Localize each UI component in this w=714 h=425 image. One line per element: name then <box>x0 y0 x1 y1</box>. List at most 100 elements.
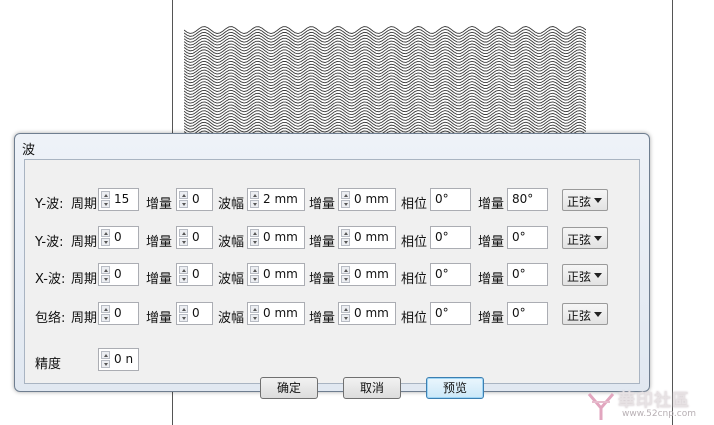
amplitude-increment-spinner[interactable]: 0 mm <box>338 263 396 286</box>
page-edge-right <box>672 0 673 425</box>
amplitude-spinner-value: 0 mm <box>263 267 298 281</box>
amplitude-increment-spinner[interactable]: 0 mm <box>338 188 396 211</box>
phase-value: 0° <box>435 267 449 281</box>
spin-up-icon[interactable] <box>101 229 110 237</box>
chevron-down-icon <box>594 236 602 241</box>
increment-label: 增量 <box>478 272 505 287</box>
phase-increment-input[interactable]: 0° <box>507 263 548 286</box>
period-label: 周期 <box>71 311 98 326</box>
increment-label: 增量 <box>309 197 336 212</box>
period-spinner[interactable]: 0 <box>98 302 139 325</box>
period-increment-spinner[interactable]: 0 <box>176 302 213 325</box>
spin-down-icon[interactable] <box>101 275 110 283</box>
increment-label: 增量 <box>146 197 173 212</box>
phase-label: 相位 <box>401 311 428 326</box>
row-label: Y-波: <box>35 197 64 212</box>
chevron-down-icon <box>594 273 602 278</box>
spin-up-icon[interactable] <box>179 305 188 313</box>
amplitude-increment-spinner-value: 0 mm <box>354 306 389 320</box>
row-label: 包络: <box>35 311 66 326</box>
amplitude-spinner[interactable]: 0 mm <box>247 302 305 325</box>
phase-input[interactable]: 0° <box>430 226 471 249</box>
chevron-down-icon <box>594 198 602 203</box>
amplitude-spinner[interactable]: 0 mm <box>247 226 305 249</box>
phase-input[interactable]: 0° <box>430 302 471 325</box>
spin-up-icon[interactable] <box>101 351 110 359</box>
period-spinner-value: 0 <box>114 267 122 281</box>
spin-down-icon[interactable] <box>101 200 110 208</box>
amplitude-spinner[interactable]: 0 mm <box>247 263 305 286</box>
spin-down-icon[interactable] <box>179 275 188 283</box>
wave-type-select[interactable]: 正弦 <box>562 227 608 249</box>
spin-down-icon[interactable] <box>101 314 110 322</box>
wave-type-value: 正弦 <box>567 195 592 209</box>
phase-value: 0° <box>435 192 449 206</box>
spin-down-icon[interactable] <box>250 314 259 322</box>
spin-up-icon[interactable] <box>250 229 259 237</box>
amplitude-increment-spinner[interactable]: 0 mm <box>338 302 396 325</box>
wave-type-value: 正弦 <box>567 270 592 284</box>
dialog-titlebar[interactable]: 波 <box>15 134 649 159</box>
spin-down-icon[interactable] <box>101 360 110 368</box>
amplitude-increment-spinner-value: 0 mm <box>354 267 389 281</box>
spin-down-icon[interactable] <box>250 275 259 283</box>
spin-up-icon[interactable] <box>179 191 188 199</box>
spin-up-icon[interactable] <box>101 305 110 313</box>
spin-up-icon[interactable] <box>341 305 350 313</box>
amplitude-label: 波幅 <box>218 197 245 212</box>
cancel-button[interactable]: 取消 <box>343 377 401 399</box>
spin-up-icon[interactable] <box>101 266 110 274</box>
spin-up-icon[interactable] <box>101 191 110 199</box>
wave-type-select[interactable]: 正弦 <box>562 189 608 211</box>
period-spinner[interactable]: 0 <box>98 226 139 249</box>
phase-input[interactable]: 0° <box>430 263 471 286</box>
spin-down-icon[interactable] <box>101 238 110 246</box>
period-increment-spinner[interactable]: 0 <box>176 226 213 249</box>
spin-down-icon[interactable] <box>341 238 350 246</box>
spin-up-icon[interactable] <box>341 229 350 237</box>
spin-up-icon[interactable] <box>250 266 259 274</box>
wave-type-select[interactable]: 正弦 <box>562 303 608 325</box>
period-increment-spinner[interactable]: 0 <box>176 188 213 211</box>
spin-down-icon[interactable] <box>341 200 350 208</box>
amplitude-spinner[interactable]: 2 mm <box>247 188 305 211</box>
spin-down-icon[interactable] <box>341 314 350 322</box>
spin-up-icon[interactable] <box>341 191 350 199</box>
spin-up-icon[interactable] <box>179 266 188 274</box>
increment-label: 增量 <box>146 235 173 250</box>
spin-up-icon[interactable] <box>250 191 259 199</box>
period-spinner[interactable]: 0 <box>98 263 139 286</box>
increment-label: 增量 <box>478 197 505 212</box>
period-increment-spinner[interactable]: 0 <box>176 263 213 286</box>
ok-button[interactable]: 确定 <box>260 377 318 399</box>
precision-label: 精度 <box>35 357 62 372</box>
preview-button[interactable]: 预览 <box>426 377 484 399</box>
precision-spinner[interactable]: 0 n <box>98 348 139 371</box>
spin-down-icon[interactable] <box>341 275 350 283</box>
spin-down-icon[interactable] <box>250 238 259 246</box>
phase-label: 相位 <box>401 197 428 212</box>
increment-label: 增量 <box>478 311 505 326</box>
phase-input[interactable]: 0° <box>430 188 471 211</box>
phase-increment-input[interactable]: 80° <box>507 188 548 211</box>
increment-label: 增量 <box>309 311 336 326</box>
wave-type-select[interactable]: 正弦 <box>562 264 608 286</box>
phase-increment-input[interactable]: 0° <box>507 226 548 249</box>
spin-down-icon[interactable] <box>179 200 188 208</box>
period-label: 周期 <box>71 197 98 212</box>
phase-increment-value: 0° <box>512 267 526 281</box>
chevron-down-icon <box>594 312 602 317</box>
row-label: Y-波: <box>35 235 64 250</box>
spin-down-icon[interactable] <box>179 238 188 246</box>
spin-down-icon[interactable] <box>179 314 188 322</box>
spin-up-icon[interactable] <box>179 229 188 237</box>
phase-increment-input[interactable]: 0° <box>507 302 548 325</box>
spin-up-icon[interactable] <box>250 305 259 313</box>
increment-label: 增量 <box>146 272 173 287</box>
spin-up-icon[interactable] <box>341 266 350 274</box>
increment-label: 增量 <box>478 235 505 250</box>
watermark-logo-icon <box>587 393 615 420</box>
period-spinner[interactable]: 15 <box>98 188 139 211</box>
amplitude-increment-spinner[interactable]: 0 mm <box>338 226 396 249</box>
spin-down-icon[interactable] <box>250 200 259 208</box>
